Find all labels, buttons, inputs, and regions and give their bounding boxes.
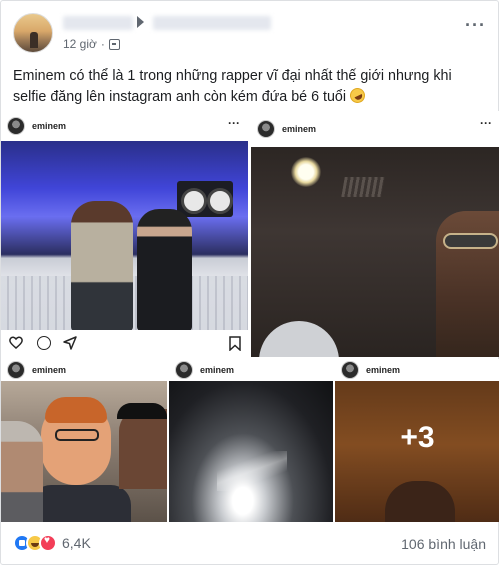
photo-image: [1, 141, 248, 336]
feed-post: 12 giờ · ··· Eminem có thể là 1 trong nh…: [0, 0, 499, 565]
share-icon: [63, 336, 77, 350]
insta-header: eminem: [1, 359, 167, 381]
more-photos-count[interactable]: +3: [335, 421, 499, 455]
arrow-right-icon: [137, 16, 144, 28]
privacy-icon[interactable]: [108, 38, 120, 50]
person: [137, 209, 192, 331]
insta-username: eminem: [200, 365, 235, 375]
comment-icon: [37, 336, 51, 350]
sunglasses: [443, 233, 498, 249]
insta-header: eminem: [169, 359, 333, 381]
photo-4[interactable]: eminem: [169, 359, 333, 522]
insta-header: eminem ···: [1, 111, 248, 141]
person: [71, 201, 133, 331]
insta-header: eminem ···: [251, 111, 499, 147]
comment-count[interactable]: 106 bình luận: [401, 536, 486, 552]
insta-avatar: [7, 117, 25, 135]
ceiling-vent: [341, 177, 385, 197]
photo-2[interactable]: eminem ···: [251, 111, 499, 357]
person: [1, 421, 43, 522]
insta-more-icon: ···: [228, 116, 240, 130]
light-beam: [217, 451, 287, 491]
bookmark-icon: [229, 336, 241, 351]
insta-avatar: [257, 120, 275, 138]
photo-image: [169, 381, 333, 522]
ceiling-lamp: [291, 157, 321, 187]
author-name-blurred[interactable]: [63, 16, 133, 30]
insta-avatar: [7, 361, 25, 379]
insta-username: eminem: [282, 124, 317, 134]
insta-avatar: [175, 361, 193, 379]
insta-username: eminem: [32, 365, 67, 375]
insta-avatar: [341, 361, 359, 379]
reaction-summary[interactable]: 6,4K: [13, 534, 91, 552]
studio-speaker: [177, 181, 233, 217]
rofl-emoji-icon: [347, 85, 368, 106]
photo-5[interactable]: eminem +3: [335, 359, 499, 522]
person-hair: [45, 397, 107, 423]
insta-username: eminem: [366, 365, 401, 375]
author-avatar[interactable]: [13, 13, 53, 53]
insta-actions: [1, 330, 248, 357]
insta-more-icon: ···: [480, 116, 492, 130]
insta-username: eminem: [32, 121, 67, 131]
heart-icon: [9, 336, 23, 349]
post-text: Eminem có thể là 1 trong những rapper vĩ…: [13, 66, 483, 108]
photo-image: [1, 381, 167, 522]
glasses: [55, 429, 99, 441]
person: [119, 409, 167, 489]
post-text-content: Eminem có thể là 1 trong những rapper vĩ…: [13, 68, 452, 105]
cap: [117, 403, 167, 419]
post-meta: 12 giờ ·: [63, 37, 120, 51]
reaction-count[interactable]: 6,4K: [62, 535, 91, 551]
insta-header: eminem: [335, 359, 499, 381]
more-options-icon[interactable]: ···: [465, 15, 486, 36]
person: [31, 485, 131, 522]
love-icon: [39, 534, 57, 552]
photo-1[interactable]: eminem ···: [1, 111, 249, 357]
photo-3[interactable]: eminem: [1, 359, 167, 522]
post-timestamp[interactable]: 12 giờ: [63, 37, 97, 51]
group-name-blurred[interactable]: [153, 16, 271, 30]
